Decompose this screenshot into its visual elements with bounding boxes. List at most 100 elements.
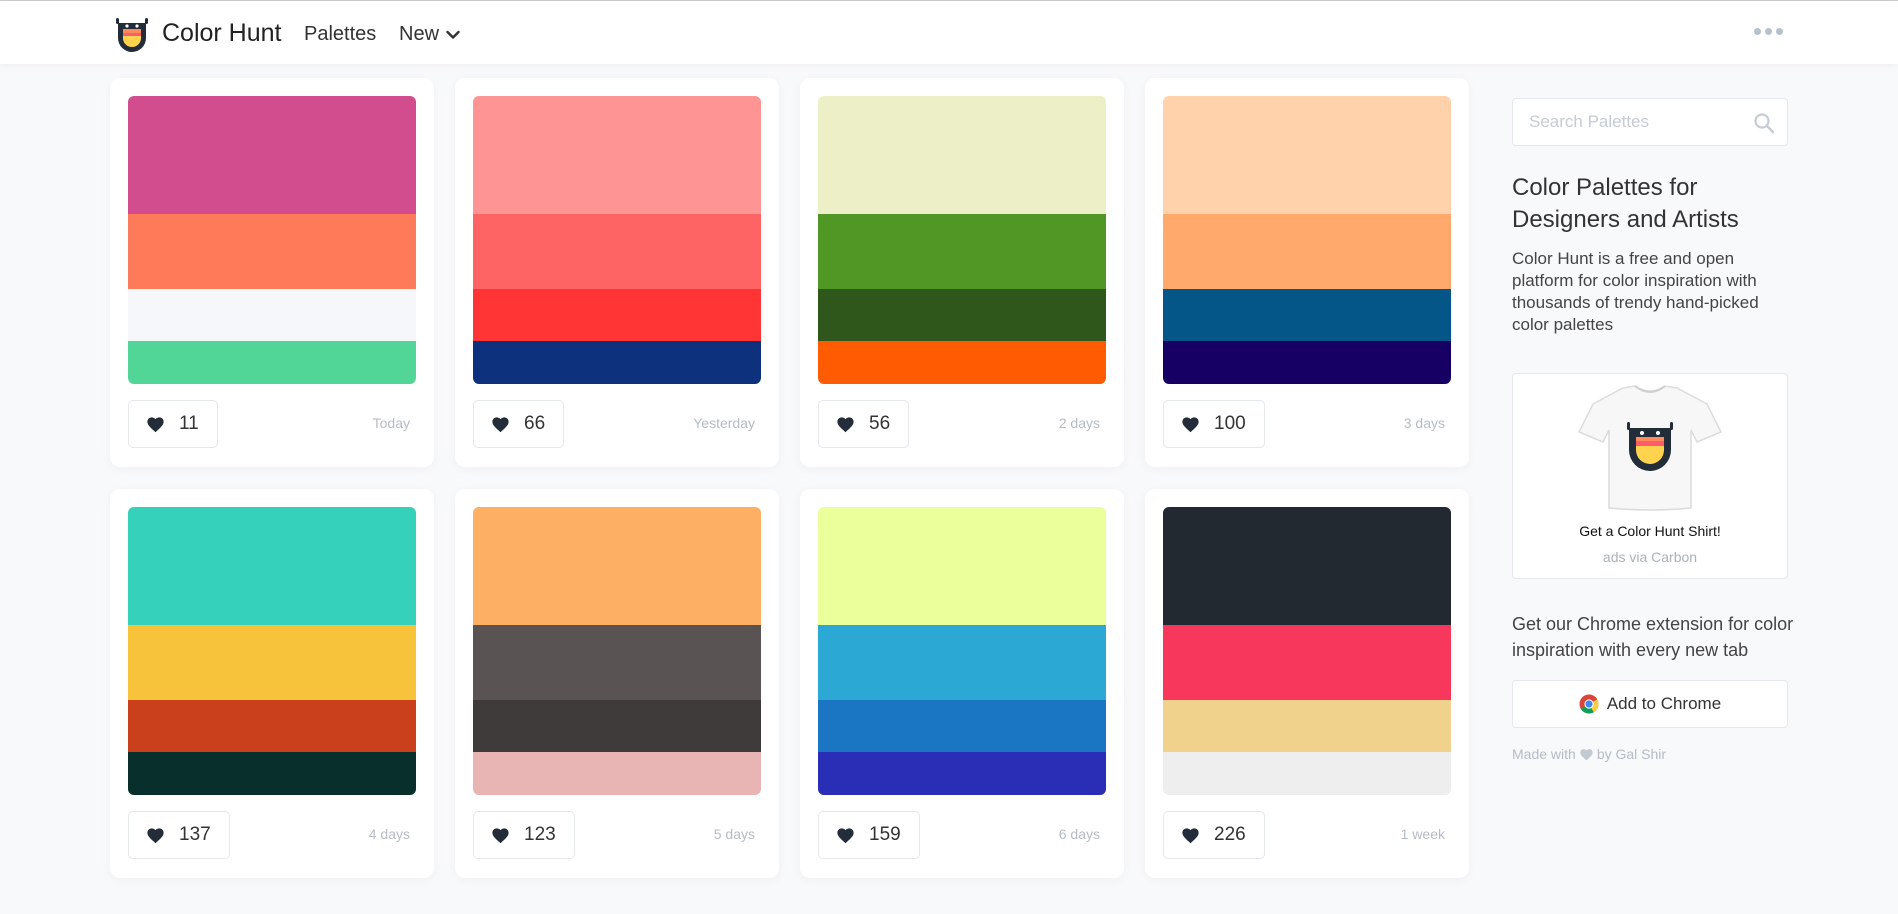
palette-swatches[interactable] bbox=[818, 96, 1106, 384]
search-input[interactable] bbox=[1514, 100, 1744, 144]
color-swatch[interactable] bbox=[818, 700, 1106, 752]
like-count: 226 bbox=[1214, 824, 1246, 845]
like-button[interactable]: 137 bbox=[128, 811, 230, 859]
like-button[interactable]: 159 bbox=[818, 811, 920, 859]
made-prefix: Made with bbox=[1512, 746, 1576, 762]
heart-icon bbox=[837, 827, 854, 843]
nav-new-label: New bbox=[399, 23, 440, 45]
color-swatch[interactable] bbox=[128, 341, 416, 384]
color-swatch[interactable] bbox=[128, 214, 416, 289]
top-navbar: Color Hunt Palettes New bbox=[0, 1, 1898, 64]
color-swatch[interactable] bbox=[1163, 700, 1451, 752]
color-swatch[interactable] bbox=[1163, 752, 1451, 795]
color-swatch[interactable] bbox=[473, 700, 761, 752]
color-hunt-logo-icon[interactable] bbox=[113, 15, 151, 53]
color-swatch[interactable] bbox=[128, 752, 416, 795]
color-swatch[interactable] bbox=[1163, 289, 1451, 341]
heart-icon bbox=[147, 416, 164, 432]
color-swatch[interactable] bbox=[128, 289, 416, 341]
heart-icon bbox=[837, 416, 854, 432]
nav-new-dropdown[interactable]: New bbox=[399, 23, 460, 46]
heart-icon bbox=[492, 827, 509, 843]
dot bbox=[1754, 28, 1761, 35]
ad-via-link[interactable]: ads via Carbon bbox=[1513, 549, 1787, 565]
ad-title[interactable]: Get a Color Hunt Shirt! bbox=[1513, 523, 1787, 539]
palette-card: 100 3 days bbox=[1145, 78, 1469, 467]
search-box bbox=[1512, 98, 1788, 146]
like-count: 137 bbox=[179, 824, 211, 845]
color-swatch[interactable] bbox=[1163, 507, 1451, 625]
color-swatch[interactable] bbox=[818, 341, 1106, 384]
sidebar-description: Color Hunt is a free and open platform f… bbox=[1512, 249, 1759, 334]
palette-date: 2 days bbox=[1058, 415, 1100, 431]
palette-card: 159 6 days bbox=[800, 489, 1124, 878]
tshirt-ad-image[interactable] bbox=[1575, 384, 1725, 512]
palette-date: 1 week bbox=[1400, 826, 1445, 842]
palette-swatches[interactable] bbox=[473, 507, 761, 795]
dot bbox=[1776, 28, 1783, 35]
palette-swatches[interactable] bbox=[1163, 507, 1451, 795]
carbon-ad: Get a Color Hunt Shirt! ads via Carbon bbox=[1512, 373, 1788, 579]
nav-palettes[interactable]: Palettes bbox=[304, 23, 376, 46]
color-swatch[interactable] bbox=[818, 96, 1106, 214]
like-button[interactable]: 100 bbox=[1163, 400, 1265, 448]
like-count: 159 bbox=[869, 824, 901, 845]
heart-icon bbox=[492, 416, 509, 432]
made-suffix-link[interactable]: by Gal Shir bbox=[1597, 746, 1666, 762]
like-button[interactable]: 11 bbox=[128, 400, 218, 448]
like-button[interactable]: 226 bbox=[1163, 811, 1265, 859]
palette-date: 5 days bbox=[713, 826, 755, 842]
sidebar-title: Color Palettes for Designers and Artists bbox=[1512, 174, 1739, 233]
palette-swatches[interactable] bbox=[473, 96, 761, 384]
palette-card: 66 Yesterday bbox=[455, 78, 779, 467]
made-with-footer: Made with by Gal Shir bbox=[1512, 746, 1666, 762]
add-to-chrome-button[interactable]: Add to Chrome bbox=[1512, 680, 1788, 728]
color-swatch[interactable] bbox=[128, 625, 416, 700]
palette-swatches[interactable] bbox=[128, 507, 416, 795]
color-swatch[interactable] bbox=[1163, 96, 1451, 214]
like-button[interactable]: 56 bbox=[818, 400, 910, 448]
color-swatch[interactable] bbox=[818, 625, 1106, 700]
color-swatch[interactable] bbox=[128, 96, 416, 214]
chevron-down-icon bbox=[446, 30, 460, 39]
like-count: 66 bbox=[524, 413, 546, 434]
color-swatch[interactable] bbox=[473, 214, 761, 289]
like-count: 123 bbox=[524, 824, 556, 845]
palette-swatches[interactable] bbox=[128, 96, 416, 384]
like-button[interactable]: 66 bbox=[473, 400, 565, 448]
chrome-extension-text: Get our Chrome extension for color inspi… bbox=[1512, 614, 1794, 660]
search-icon[interactable] bbox=[1753, 112, 1775, 134]
color-swatch[interactable] bbox=[473, 341, 761, 384]
palette-date: 6 days bbox=[1058, 826, 1100, 842]
like-count: 56 bbox=[869, 413, 891, 434]
color-swatch[interactable] bbox=[818, 752, 1106, 795]
color-swatch[interactable] bbox=[1163, 625, 1451, 700]
color-swatch[interactable] bbox=[818, 507, 1106, 625]
more-dots-icon[interactable] bbox=[1754, 28, 1783, 35]
palette-date: Today bbox=[372, 415, 410, 431]
color-swatch[interactable] bbox=[1163, 214, 1451, 289]
color-swatch[interactable] bbox=[818, 214, 1106, 289]
color-swatch[interactable] bbox=[473, 752, 761, 795]
palette-card: 11 Today bbox=[110, 78, 434, 467]
color-swatch[interactable] bbox=[473, 96, 761, 214]
color-swatch[interactable] bbox=[1163, 341, 1451, 384]
brand-name[interactable]: Color Hunt bbox=[162, 19, 282, 48]
color-swatch[interactable] bbox=[473, 289, 761, 341]
heart-icon bbox=[1182, 416, 1199, 432]
palette-swatches[interactable] bbox=[818, 507, 1106, 795]
color-swatch[interactable] bbox=[128, 507, 416, 625]
heart-icon bbox=[1182, 827, 1199, 843]
palette-card: 137 4 days bbox=[110, 489, 434, 878]
like-button[interactable]: 123 bbox=[473, 811, 575, 859]
palette-date: 4 days bbox=[368, 826, 410, 842]
palette-card: 56 2 days bbox=[800, 78, 1124, 467]
chrome-icon bbox=[1579, 694, 1599, 714]
color-swatch[interactable] bbox=[128, 700, 416, 752]
color-swatch[interactable] bbox=[473, 625, 761, 700]
palette-swatches[interactable] bbox=[1163, 96, 1451, 384]
palette-card: 226 1 week bbox=[1145, 489, 1469, 878]
color-swatch[interactable] bbox=[818, 289, 1106, 341]
heart-icon bbox=[147, 827, 164, 843]
color-swatch[interactable] bbox=[473, 507, 761, 625]
